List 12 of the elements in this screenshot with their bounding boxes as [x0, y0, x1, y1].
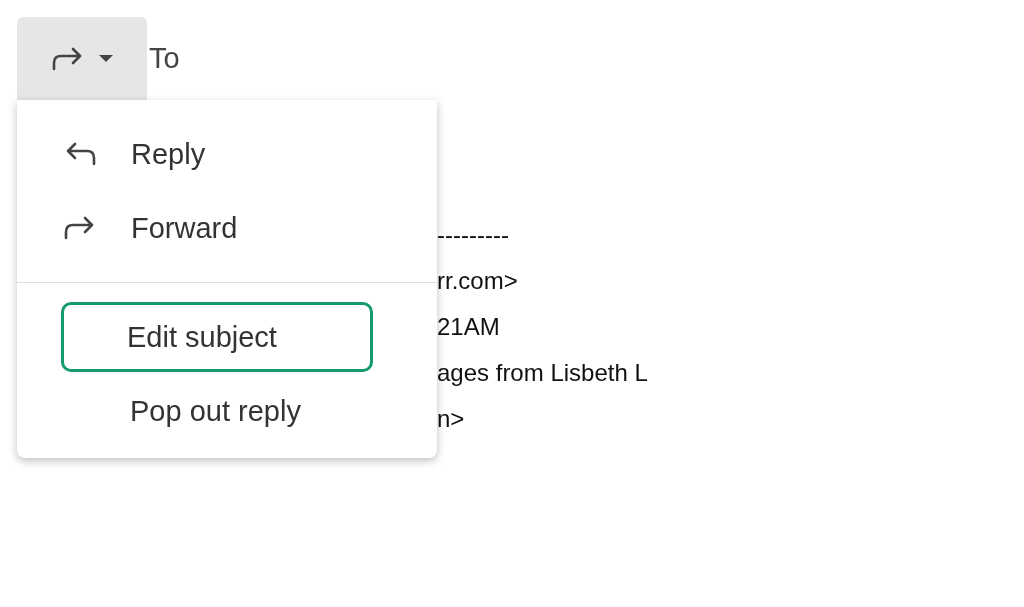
quoted-text-line: rr.com>: [437, 266, 519, 296]
quoted-text-line: ---------: [437, 220, 510, 250]
menu-item[interactable]: Reply: [17, 117, 437, 191]
menu-item[interactable]: Forward: [17, 191, 437, 265]
quoted-text-line: n>: [437, 404, 466, 434]
menu-item[interactable]: Edit subject: [61, 302, 373, 372]
to-label: To: [149, 42, 180, 75]
caret-icon: [99, 55, 113, 62]
menu-item[interactable]: Pop out reply: [17, 374, 437, 448]
reply-type-button[interactable]: [17, 17, 147, 100]
quoted-text-line: 21AM: [437, 312, 501, 342]
quoted-text-line: ages from Lisbeth L: [437, 358, 649, 388]
